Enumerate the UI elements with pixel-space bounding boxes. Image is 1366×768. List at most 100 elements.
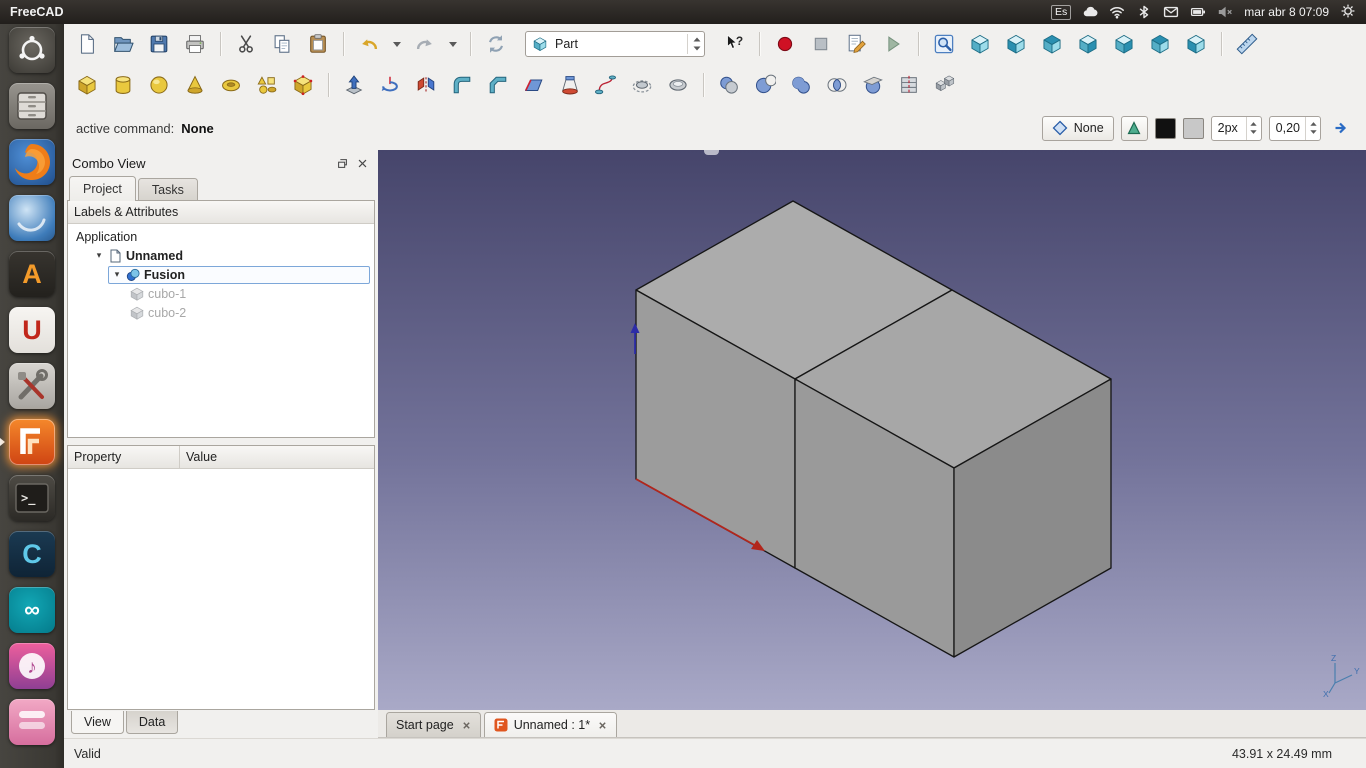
tree-item-unnamed[interactable]: ▾Unnamed [68,246,374,265]
part-loft-button[interactable] [555,70,585,100]
part-offset-button[interactable] [627,70,657,100]
cut-button[interactable] [231,29,261,59]
view-right-button[interactable] [1073,29,1103,59]
workbench-selector[interactable]: Part [525,31,705,57]
copy-button[interactable] [267,29,297,59]
part-sweep-button[interactable] [591,70,621,100]
mail-icon[interactable] [1163,4,1179,20]
part-sphere-button[interactable] [144,70,174,100]
part-section-button[interactable] [858,70,888,100]
spinner-arrows-icon[interactable] [1246,117,1261,140]
app-u-button[interactable]: U [9,307,55,353]
undo-dropdown[interactable] [390,29,404,59]
part-cylinder-button[interactable] [108,70,138,100]
text-size-spinbox[interactable]: 0,20 [1269,116,1321,141]
close-panel-button[interactable] [355,156,370,171]
freecad-button[interactable] [9,419,55,465]
view-left-button[interactable] [1181,29,1211,59]
macro-stop-button[interactable] [806,29,836,59]
macro-record-button[interactable] [770,29,800,59]
close-tab-icon[interactable] [462,721,471,730]
bluetooth-icon[interactable] [1136,4,1152,20]
clock-menu[interactable]: mar abr 8 07:09 [1244,5,1329,19]
view-top-button[interactable] [1037,29,1067,59]
construction-mode-button[interactable] [1121,116,1148,141]
keyboard-layout-indicator[interactable]: Es [1051,5,1071,20]
tree-item-cubo-1[interactable]: cubo-1 [68,284,374,303]
part-cone-button[interactable] [180,70,210,100]
macro-edit-button[interactable] [842,29,872,59]
volume-muted-icon[interactable] [1217,4,1233,20]
line-color-swatch[interactable] [1155,118,1176,139]
part-mirror-button[interactable] [411,70,441,100]
property-column-header[interactable]: Property [68,446,180,468]
part-box-button[interactable] [72,70,102,100]
session-gear-icon[interactable] [1340,3,1356,19]
part-shapebuilder-button[interactable] [288,70,318,100]
cloud-icon[interactable] [1082,4,1098,20]
view-rear-button[interactable] [1109,29,1139,59]
redo-button[interactable] [410,29,440,59]
part-ruled-surface-button[interactable] [519,70,549,100]
measure-linear-button[interactable] [1232,29,1262,59]
browser-button[interactable] [9,195,55,241]
arduino-button[interactable]: ∞ [9,587,55,633]
value-column-header[interactable]: Value [180,446,374,468]
expander-icon[interactable]: ▾ [112,269,122,280]
view-fit-all-button[interactable] [929,29,959,59]
redo-dropdown[interactable] [446,29,460,59]
tab-tasks[interactable]: Tasks [138,178,198,201]
tree-item-application[interactable]: Application [68,227,374,246]
part-cross-sections-button[interactable] [894,70,924,100]
part-fillet-button[interactable] [447,70,477,100]
terminal-button[interactable]: >_ [9,475,55,521]
apply-style-button[interactable] [1328,115,1354,141]
print-button[interactable] [180,29,210,59]
part-compound-button[interactable] [930,70,960,100]
float-panel-button[interactable] [335,156,350,171]
view-bottom-button[interactable] [1145,29,1175,59]
part-extrude-button[interactable] [339,70,369,100]
autogroup-button[interactable]: None [1042,116,1114,141]
battery-icon[interactable] [1190,4,1206,20]
part-primitives-button[interactable] [252,70,282,100]
spinner-arrows-icon[interactable] [1305,117,1320,140]
tree-item-cubo-2[interactable]: cubo-2 [68,303,374,322]
view-front-button[interactable] [1001,29,1031,59]
tab-view[interactable]: View [71,711,124,734]
workbench-selector-arrows[interactable] [687,34,702,54]
3d-viewport[interactable]: Z Y X [378,150,1366,710]
open-file-button[interactable] [108,29,138,59]
app-a-button[interactable]: A [9,251,55,297]
tab-start-page[interactable]: Start page [386,712,481,737]
refresh-button[interactable] [481,29,511,59]
new-file-button[interactable] [72,29,102,59]
part-union-button[interactable] [786,70,816,100]
part-cut-button[interactable] [750,70,780,100]
macro-play-button[interactable] [878,29,908,59]
save-file-button[interactable] [144,29,174,59]
paste-button[interactable] [303,29,333,59]
expander-icon[interactable]: ▾ [94,250,104,261]
ubuntu-dash-button[interactable] [9,27,55,73]
part-thickness-button[interactable] [663,70,693,100]
tab-data[interactable]: Data [126,711,178,734]
tab-unnamed-1-[interactable]: Unnamed : 1* [484,712,617,737]
view-axonometric-button[interactable] [965,29,995,59]
close-tab-icon[interactable] [598,721,607,730]
part-revolve-button[interactable] [375,70,405,100]
tree-item-fusion[interactable]: ▾Fusion [68,265,374,284]
system-tools-button[interactable] [9,363,55,409]
part-intersection-button[interactable] [822,70,852,100]
line-width-spinbox[interactable]: 2px [1211,116,1262,141]
app-pink-button[interactable] [9,699,55,745]
files-button[interactable] [9,83,55,129]
whats-this-button[interactable]: ? [719,29,749,59]
tab-project[interactable]: Project [69,176,136,201]
media-button[interactable]: ♪ [9,643,55,689]
undo-button[interactable] [354,29,384,59]
face-color-swatch[interactable] [1183,118,1204,139]
part-torus-button[interactable] [216,70,246,100]
part-chamfer-button[interactable] [483,70,513,100]
wifi-icon[interactable] [1109,4,1125,20]
